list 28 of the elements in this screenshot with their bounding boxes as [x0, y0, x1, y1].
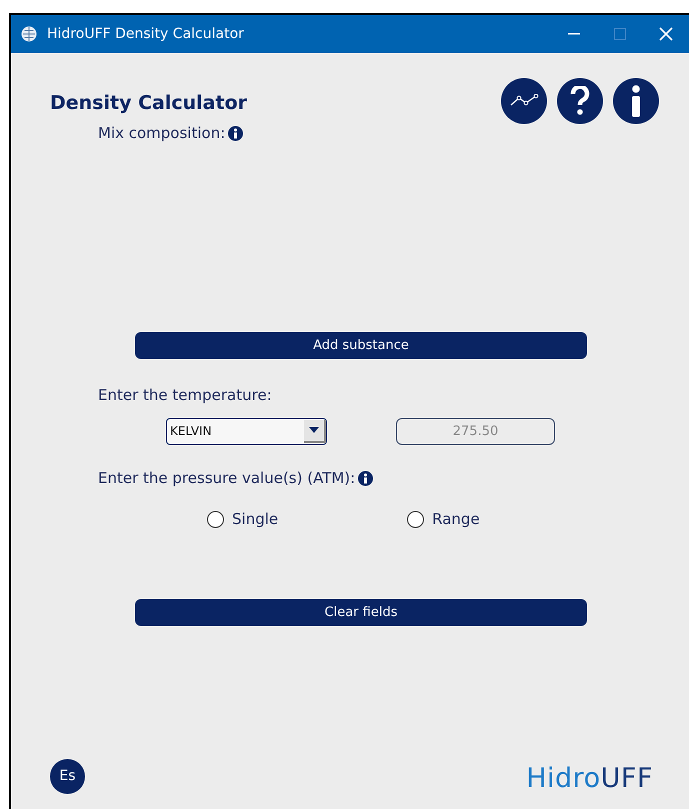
help-button[interactable] — [557, 78, 603, 124]
clear-fields-button[interactable]: Clear fields — [135, 599, 587, 626]
radio-label: Single — [232, 509, 278, 530]
logo-text: Hidro — [526, 765, 601, 792]
logo-text: UFF — [600, 765, 653, 792]
line-chart-icon — [509, 94, 539, 108]
app-icon — [21, 26, 37, 42]
add-substance-button[interactable]: Add substance — [135, 332, 587, 359]
pressure-label: Enter the pressure value(s) (ATM): — [98, 468, 356, 489]
radio-button[interactable] — [407, 511, 424, 528]
info-icon[interactable] — [228, 126, 244, 141]
info-icon[interactable] — [358, 470, 374, 486]
radio-label: Range — [432, 509, 480, 530]
minimize-icon — [568, 33, 580, 35]
mix-composition-label: Mix composition: — [98, 123, 226, 144]
dropdown-value: KELVIN — [169, 423, 213, 440]
close-icon — [659, 27, 673, 41]
window-title: HidroUFF Density Calculator — [47, 24, 244, 44]
language-button[interactable]: Es — [50, 759, 85, 794]
temperature-label: Enter the temperature: — [98, 386, 272, 404]
maximize-icon — [614, 28, 626, 40]
page-heading: Density Calculator — [50, 91, 247, 116]
unit-dropdown[interactable]: KELVIN — [166, 418, 327, 445]
info-button[interactable] — [613, 78, 659, 124]
info-icon — [631, 85, 641, 117]
question-mark-icon — [570, 86, 590, 116]
chart-button[interactable] — [501, 78, 547, 124]
radio-button[interactable] — [207, 511, 224, 528]
